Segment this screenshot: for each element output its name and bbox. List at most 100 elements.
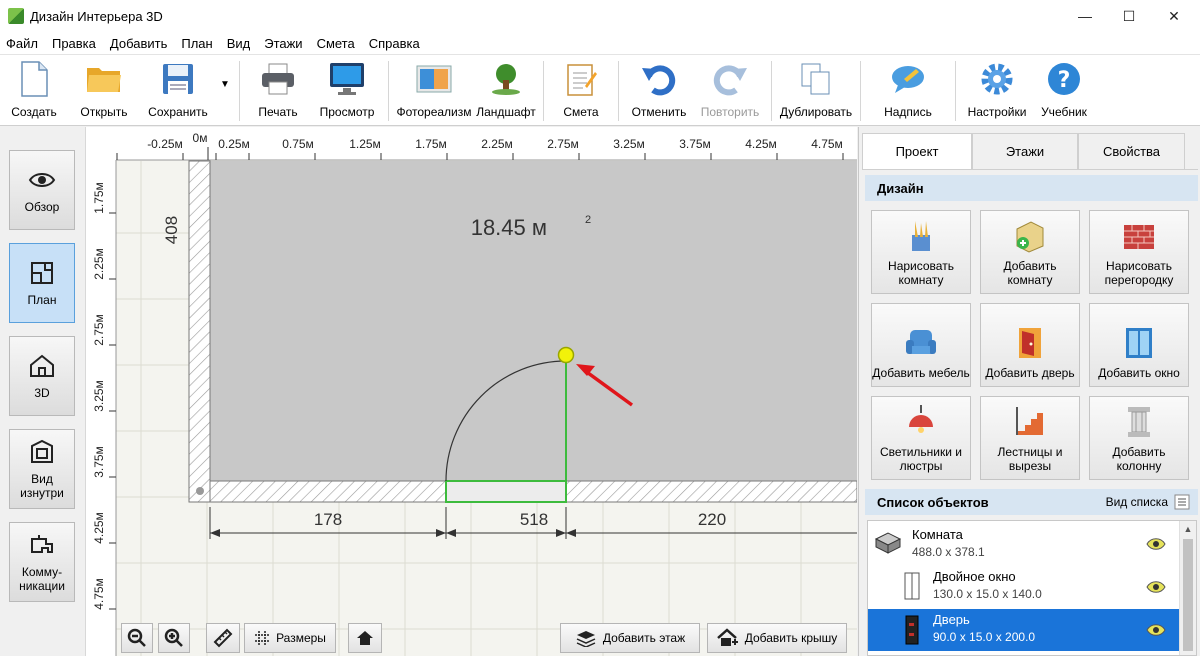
gear-icon xyxy=(979,61,1015,97)
visibility-eye-icon[interactable] xyxy=(1146,580,1166,594)
nav-inside-button[interactable]: Вид изнутри xyxy=(9,429,75,509)
door-rotate-handle[interactable] xyxy=(557,346,575,364)
zoom-in-button[interactable] xyxy=(158,623,190,653)
nav-3d-label: 3D xyxy=(34,386,50,400)
menu-estimate[interactable]: Смета xyxy=(310,36,362,51)
scroll-up-arrow-icon[interactable]: ▲ xyxy=(1180,524,1196,534)
tutorial-button[interactable]: ? Учебник xyxy=(1033,55,1095,123)
list-item[interactable]: Двойное окно 130.0 x 15.0 x 140.0 xyxy=(868,566,1180,608)
add-door-button[interactable]: Добавить дверь xyxy=(980,303,1080,387)
plan-drawing[interactable]: -0.25м 0м 0.25м 0.75м 1.25м 1.75м 2.25м … xyxy=(86,127,857,656)
list-item[interactable]: Комната 488.0 x 378.1 xyxy=(868,523,1180,565)
nav-overview-button[interactable]: Обзор xyxy=(9,150,75,230)
object-name: Двойное окно xyxy=(933,569,1016,584)
ruler-label: 4.25м xyxy=(745,137,777,151)
nav-plan-button[interactable]: План xyxy=(9,243,75,323)
close-button[interactable]: ✕ xyxy=(1151,0,1197,32)
tab-floors[interactable]: Этажи xyxy=(972,133,1078,169)
object-list[interactable]: Комната 488.0 x 378.1 Двойное окно 130.0… xyxy=(867,520,1197,656)
duplicate-icon xyxy=(798,61,834,97)
room-box-icon xyxy=(874,532,902,554)
view-list-label: Вид списка xyxy=(1105,495,1168,509)
add-window-button[interactable]: Добавить окно xyxy=(1089,303,1189,387)
tab-project[interactable]: Проект xyxy=(862,133,972,169)
ruler-label: -0.25м xyxy=(147,137,183,151)
column-icon xyxy=(1128,407,1150,437)
menu-file[interactable]: Файл xyxy=(0,36,45,51)
eye-icon xyxy=(28,173,56,187)
draw-room-button[interactable]: Нарисовать комнату xyxy=(871,210,971,294)
brick-wall-icon xyxy=(1124,225,1154,249)
menu-add[interactable]: Добавить xyxy=(103,36,174,51)
redo-button[interactable]: Повторить xyxy=(694,55,766,123)
ruler-tool-button[interactable] xyxy=(206,623,240,653)
menu-edit[interactable]: Правка xyxy=(45,36,103,51)
print-button[interactable]: Печать xyxy=(245,55,311,123)
settings-button[interactable]: Настройки xyxy=(961,55,1033,123)
plan-canvas[interactable]: -0.25м 0м 0.25м 0.75м 1.25м 1.75м 2.25м … xyxy=(86,127,857,656)
estimate-button[interactable]: Смета xyxy=(549,55,613,123)
undo-button[interactable]: Отменить xyxy=(624,55,694,123)
preview-button[interactable]: Просмотр xyxy=(311,55,383,123)
object-list-scrollbar[interactable]: ▲ xyxy=(1179,521,1196,655)
sizes-button[interactable]: Размеры xyxy=(244,623,336,653)
object-name: Дверь xyxy=(933,612,970,627)
room-floor[interactable] xyxy=(210,161,857,481)
visibility-eye-icon[interactable] xyxy=(1146,537,1166,551)
tab-properties[interactable]: Свойства xyxy=(1078,133,1185,169)
draw-partition-button[interactable]: Нарисовать перегородку xyxy=(1089,210,1189,294)
landscape-button[interactable]: Ландшафт xyxy=(474,55,538,123)
stairs-button[interactable]: Лестницы и вырезы xyxy=(980,396,1080,480)
view-list-toggle[interactable]: Вид списка xyxy=(1106,494,1190,510)
design-section-header: Дизайн xyxy=(865,175,1198,201)
object-size: 488.0 x 378.1 xyxy=(912,545,985,559)
nav-utilities-button[interactable]: Комму-никации xyxy=(9,522,75,602)
door-opening[interactable] xyxy=(445,480,567,503)
left-wall[interactable] xyxy=(188,160,211,503)
faucet-icon xyxy=(31,535,53,553)
lights-button[interactable]: Светильники и люстры xyxy=(871,396,971,480)
home-view-button[interactable] xyxy=(348,623,382,653)
menu-plan[interactable]: План xyxy=(174,36,219,51)
zoom-out-button[interactable] xyxy=(121,623,153,653)
minimize-button[interactable]: — xyxy=(1062,0,1108,32)
toolbar-separator xyxy=(955,61,956,121)
save-button[interactable]: Сохранить xyxy=(140,55,216,123)
list-item-selected[interactable]: Дверь 90.0 x 15.0 x 200.0 xyxy=(868,609,1180,651)
add-floor-icon xyxy=(576,631,596,647)
open-button[interactable]: Открыть xyxy=(68,55,140,123)
duplicate-button[interactable]: Дублировать xyxy=(777,55,855,123)
objects-header-label: Список объектов xyxy=(877,494,989,510)
ruler-label: 4.75м xyxy=(811,137,843,151)
house-3d-icon xyxy=(30,354,54,377)
add-column-label: Добавить колонну xyxy=(1112,445,1166,473)
maximize-button[interactable]: ☐ xyxy=(1106,0,1152,32)
create-button[interactable]: Создать xyxy=(0,55,68,123)
add-furniture-button[interactable]: Добавить мебель xyxy=(871,303,971,387)
ruler-label: 3.25м xyxy=(613,137,645,151)
landscape-label: Ландшафт xyxy=(476,105,536,119)
add-roof-button[interactable]: Добавить крышу xyxy=(707,623,847,653)
photoreal-button[interactable]: Фотореализм xyxy=(394,55,474,123)
save-dropdown-arrow-icon[interactable]: ▼ xyxy=(216,55,234,123)
label-button[interactable]: Надпись xyxy=(866,55,950,123)
menu-view[interactable]: Вид xyxy=(220,36,258,51)
menu-floors[interactable]: Этажи xyxy=(257,36,309,51)
ruler-label: 2.25м xyxy=(92,248,106,280)
ruler-label: 0.75м xyxy=(282,137,314,151)
room-area-unit-superscript: 2 xyxy=(585,214,591,226)
add-column-button[interactable]: Добавить колонну xyxy=(1089,396,1189,480)
add-floor-button[interactable]: Добавить этаж xyxy=(560,623,700,653)
estimate-label: Смета xyxy=(563,105,599,119)
create-label: Создать xyxy=(11,105,57,119)
print-label: Печать xyxy=(258,105,298,119)
nav-3d-button[interactable]: 3D xyxy=(9,336,75,416)
scrollbar-thumb[interactable] xyxy=(1183,539,1193,651)
floorplan-icon xyxy=(31,262,53,284)
menu-help[interactable]: Справка xyxy=(362,36,427,51)
interior-view-icon xyxy=(31,439,53,463)
duplicate-label: Дублировать xyxy=(779,105,853,119)
add-room-button[interactable]: Добавить комнату xyxy=(980,210,1080,294)
visibility-eye-icon[interactable] xyxy=(1146,623,1166,637)
wall-corner-point[interactable] xyxy=(196,487,204,495)
